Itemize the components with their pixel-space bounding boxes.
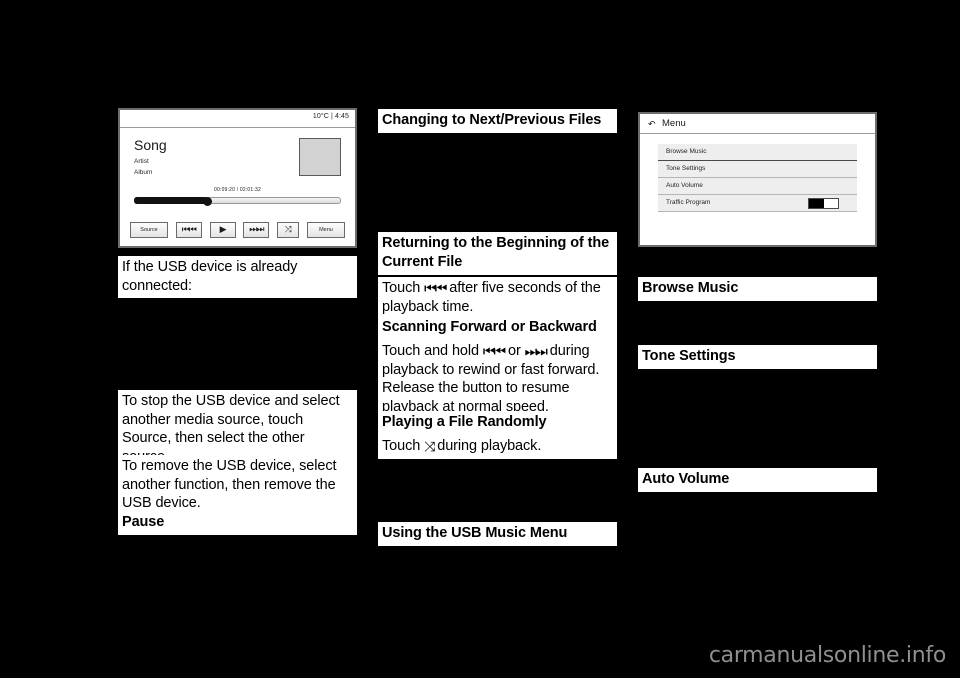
menu-item-label: Auto Volume: [666, 182, 703, 189]
menu-item-label: Browse Music: [666, 148, 707, 155]
shuffle-icon[interactable]: ⤨: [277, 221, 300, 238]
track-artist: Artist: [134, 158, 149, 165]
paragraph-remove-usb-device: To remove the USB device, select another…: [118, 455, 357, 516]
manual-page: 10°C | 4:45 Song Artist Album 00:09:20 /…: [0, 0, 960, 678]
menu-item-traffic-program[interactable]: Traffic Program: [658, 195, 857, 212]
player-button-row: Source ⏮⏮ ▶ ⏭⏭ ⤨ Menu: [130, 221, 345, 238]
fast-forward-icon: ⏭⏭: [524, 343, 548, 359]
rewind-icon: ⏮⏮: [482, 343, 506, 359]
menu-item-auto-volume[interactable]: Auto Volume: [658, 178, 857, 195]
toggle-on-half: [809, 198, 824, 208]
playback-time-readout: 00:09:20 / 02:01:32: [214, 187, 261, 193]
toggle-off-half: [823, 198, 838, 208]
heading-returning-to-beginning: Returning to the Beginning of the Curren…: [378, 232, 617, 275]
shuffle-icon: ⤨: [424, 438, 435, 454]
paragraph-scanning-text-mid: or: [504, 343, 525, 359]
next-track-icon[interactable]: ⏭⏭: [243, 221, 270, 238]
heading-pause: Pause: [118, 511, 357, 535]
menu-title: Menu: [662, 118, 686, 129]
site-watermark: carmanualsonline.info: [708, 643, 946, 668]
player-status-bar: 10°C | 4:45: [120, 110, 355, 128]
paragraph-returning-to-beginning: Touch ⏮⏮ after five seconds of the playb…: [378, 277, 617, 319]
progress-bar-fill: [134, 197, 208, 204]
paragraph-scanning-text-pre: Touch and hold: [382, 343, 483, 359]
paragraph-playing-file-randomly: Touch ⤨ during playback.: [378, 435, 617, 459]
heading-changing-next-previous-files: Changing to Next/Previous Files: [378, 109, 617, 133]
album-art-placeholder: [299, 138, 341, 176]
paragraph-random-text-post: during playback.: [433, 438, 542, 454]
menu-item-label: Tone Settings: [666, 165, 706, 172]
heading-scanning-forward-backward: Scanning Forward or Backward: [378, 316, 617, 340]
previous-track-icon[interactable]: ⏮⏮: [175, 221, 202, 238]
progress-bar-knob[interactable]: [202, 196, 212, 206]
heading-playing-file-randomly: Playing a File Randomly: [378, 411, 617, 435]
traffic-program-toggle[interactable]: [808, 197, 839, 209]
usb-menu-screenshot: ↶ Menu Browse Music Tone Settings Auto V…: [638, 112, 877, 247]
heading-auto-volume: Auto Volume: [638, 468, 877, 492]
menu-item-label: Traffic Program: [666, 199, 711, 206]
usb-player-screenshot: 10°C | 4:45 Song Artist Album 00:09:20 /…: [118, 108, 357, 248]
player-body: Song Artist Album 00:09:20 / 02:01:32 So…: [120, 128, 355, 246]
back-arrow-icon[interactable]: ↶: [648, 119, 656, 129]
paragraph-random-text-pre: Touch: [382, 438, 425, 454]
heading-browse-music: Browse Music: [638, 277, 877, 301]
menu-item-browse-music[interactable]: Browse Music: [658, 144, 857, 161]
heading-using-usb-music-menu: Using the USB Music Menu: [378, 522, 617, 546]
paragraph-scanning-forward-backward: Touch and hold ⏮⏮ or ⏭⏭ during playback …: [378, 340, 617, 419]
temperature-and-clock: 10°C | 4:45: [312, 113, 349, 120]
track-title: Song: [134, 137, 167, 153]
source-button[interactable]: Source: [130, 221, 168, 238]
heading-tone-settings: Tone Settings: [638, 345, 877, 369]
track-album: Album: [134, 169, 153, 176]
paragraph-returning-text-pre: Touch: [382, 280, 425, 296]
progress-bar[interactable]: [134, 196, 341, 206]
menu-button[interactable]: Menu: [306, 221, 345, 238]
menu-item-tone-settings[interactable]: Tone Settings: [658, 161, 857, 178]
play-icon[interactable]: ▶: [209, 221, 236, 238]
menu-item-list: Browse Music Tone Settings Auto Volume T…: [658, 144, 857, 212]
paragraph-usb-already-connected: If the USB device is already connected:: [118, 256, 357, 298]
rewind-icon: ⏮⏮: [424, 280, 447, 296]
menu-header: ↶ Menu: [640, 114, 875, 134]
